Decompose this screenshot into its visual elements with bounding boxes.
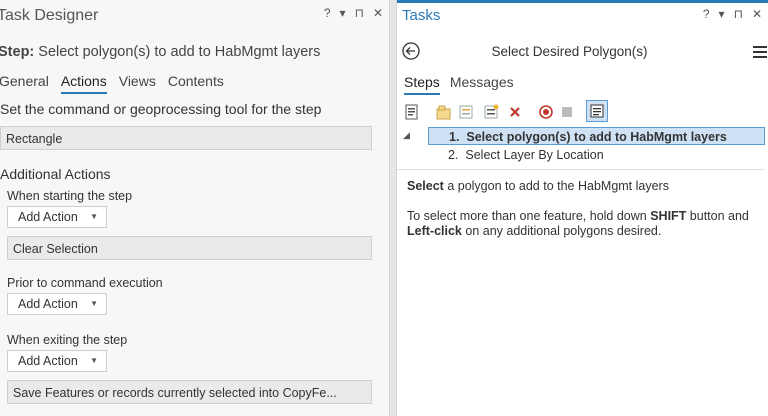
tasks-controls: ? ▾ ⊓ ✕ — [703, 7, 762, 21]
task-designer-pane: Task Designer ? ▾ ⊓ ✕ Step: Select polyg… — [0, 0, 389, 416]
additional-actions-heading: Additional Actions — [0, 166, 111, 182]
start-step-label: When starting the step — [7, 189, 133, 203]
instruction-text: a polygon to add to the HabMgmt layers — [443, 179, 669, 193]
step-instruction-detail: To select more than one feature, hold do… — [407, 209, 763, 239]
close-icon[interactable]: ✕ — [373, 6, 383, 20]
new-task-icon[interactable] — [483, 104, 499, 120]
task-designer-controls: ? ▾ ⊓ ✕ — [324, 6, 383, 20]
instruction-text: button and — [686, 209, 749, 223]
step-row-2[interactable]: 2. Select Layer By Location — [428, 146, 765, 164]
record-icon[interactable] — [538, 104, 554, 120]
task-properties-icon[interactable] — [404, 104, 420, 120]
pane-splitter[interactable] — [389, 0, 397, 416]
options-menu-icon[interactable]: ▾ — [340, 6, 346, 20]
step-label: Select Layer By Location — [465, 148, 604, 162]
hamburger-menu-icon[interactable] — [753, 46, 767, 58]
tab-actions[interactable]: Actions — [60, 73, 107, 94]
step-label: Select polygon(s) to add to HabMgmt laye… — [466, 130, 727, 144]
step-heading: Step: Select polygon(s) to add to HabMgm… — [0, 44, 320, 60]
tasks-title: Tasks — [402, 7, 441, 24]
tab-steps[interactable]: Steps — [404, 74, 440, 95]
add-action-dropdown-start[interactable]: Add Action ▼ — [7, 206, 107, 228]
instruction-text: To select more than one feature, hold do… — [407, 209, 651, 223]
help-icon[interactable]: ? — [324, 6, 331, 20]
prior-command-label: Prior to command execution — [7, 276, 163, 290]
command-field[interactable]: Rectangle — [0, 126, 372, 150]
instruction-bold: Select — [407, 179, 444, 193]
chevron-down-icon: ▼ — [90, 299, 98, 308]
tab-contents[interactable]: Contents — [168, 73, 224, 94]
save-features-action[interactable]: Save Features or records currently selec… — [7, 380, 372, 404]
tab-general[interactable]: General — [0, 73, 49, 94]
step-instruction: Select a polygon to add to the HabMgmt l… — [407, 179, 763, 194]
divider — [397, 169, 765, 170]
add-action-dropdown-prior[interactable]: Add Action ▼ — [7, 293, 107, 315]
task-header-title: Select Desired Polygon(s) — [491, 44, 648, 59]
add-action-label: Add Action — [18, 210, 78, 224]
help-icon[interactable]: ? — [703, 7, 710, 21]
designer-tabs: General Actions Views Contents — [0, 73, 224, 94]
tab-messages[interactable]: Messages — [450, 74, 514, 95]
command-heading: Set the command or geoprocessing tool fo… — [0, 101, 322, 117]
pin-icon[interactable]: ⊓ — [734, 7, 743, 21]
pin-icon[interactable]: ⊓ — [355, 6, 364, 20]
add-action-dropdown-exit[interactable]: Add Action ▼ — [7, 350, 107, 372]
exit-step-label: When exiting the step — [7, 333, 128, 347]
tasks-tabs: Steps Messages — [404, 74, 514, 95]
stop-icon[interactable] — [559, 104, 575, 120]
designer-toggle-button[interactable] — [586, 100, 608, 122]
instruction-bold: SHIFT — [650, 209, 687, 223]
instruction-text: on any additional polygons desired. — [461, 224, 662, 238]
clear-selection-action[interactable]: Clear Selection — [7, 236, 372, 260]
step-num: 2. — [448, 148, 459, 162]
task-designer-title: Task Designer — [0, 7, 99, 24]
chevron-down-icon: ▼ — [90, 356, 98, 365]
step-num: 1. — [449, 130, 460, 144]
close-icon[interactable]: ✕ — [752, 7, 762, 21]
new-step-icon[interactable] — [458, 104, 474, 120]
step-name: Select polygon(s) to add to HabMgmt laye… — [38, 44, 321, 60]
chevron-down-icon: ▼ — [90, 212, 98, 221]
tab-views[interactable]: Views — [119, 73, 156, 94]
new-group-icon[interactable] — [436, 104, 452, 120]
instruction-bold: Left-click — [407, 224, 462, 238]
add-action-label: Add Action — [18, 354, 78, 368]
step-row-1[interactable]: 1. Select polygon(s) to add to HabMgmt l… — [428, 127, 765, 145]
add-action-label: Add Action — [18, 297, 78, 311]
expand-arrow-icon[interactable]: ◢ — [403, 130, 410, 141]
step-label: Step: — [0, 44, 35, 60]
task-designer-icon — [590, 104, 604, 118]
tasks-pane: Tasks ? ▾ ⊓ ✕ Select Desired Polygon(s) … — [397, 0, 768, 416]
delete-icon[interactable] — [507, 104, 523, 120]
options-menu-icon[interactable]: ▾ — [719, 7, 725, 21]
